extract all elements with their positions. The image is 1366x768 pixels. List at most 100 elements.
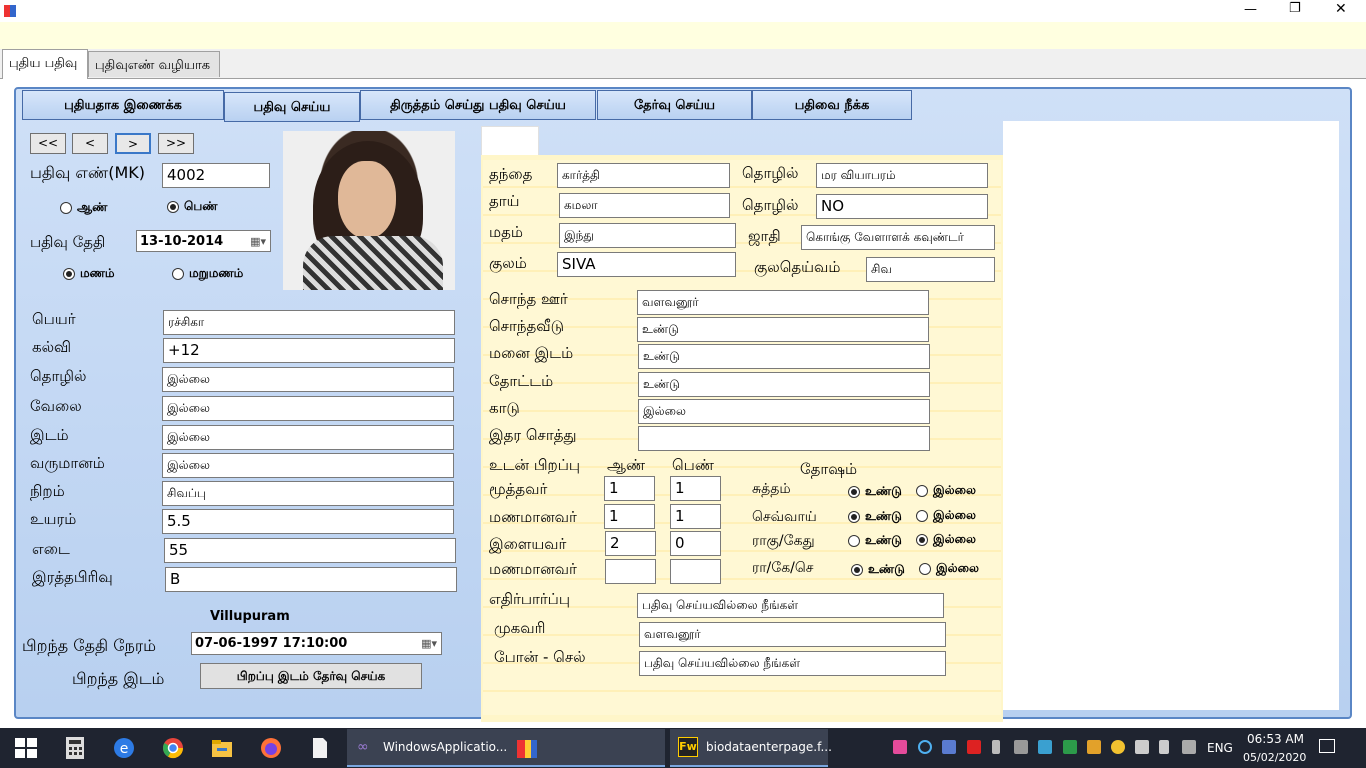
elder-married-male-input[interactable]: 1: [604, 504, 655, 529]
field-label: பெயர்: [32, 310, 76, 328]
blood-group-input[interactable]: B: [165, 567, 457, 592]
remarriage-radio[interactable]: மறுமணம்: [172, 266, 243, 282]
tray-bulb-icon[interactable]: [1111, 740, 1125, 754]
weight-input[interactable]: 55: [164, 538, 456, 563]
calendar-icon[interactable]: ▦▾: [250, 235, 266, 248]
tray-volume-icon[interactable]: [1159, 740, 1169, 754]
dosham-no-radio[interactable]: இல்லை: [916, 483, 976, 499]
name-input[interactable]: ரச்சிகா: [163, 310, 455, 335]
female-radio[interactable]: பெண்: [167, 199, 218, 215]
mother-input[interactable]: கமலா: [559, 193, 730, 218]
income-input[interactable]: இல்லை: [162, 453, 454, 478]
father-job-input[interactable]: மர வியாபரம்: [816, 163, 988, 188]
taskbar-app-fireworks[interactable]: Fw biodataenterpage.f...: [670, 729, 832, 767]
deity-input[interactable]: சிவ: [866, 257, 995, 282]
tray-shield-icon[interactable]: [1063, 740, 1077, 754]
windows-start-icon[interactable]: [14, 736, 38, 760]
dosham-yes-radio[interactable]: உண்டு: [851, 562, 905, 578]
taskbar-app-visual-studio[interactable]: ∞ WindowsApplicatio...: [347, 729, 512, 767]
minimize-button[interactable]: —: [1244, 2, 1257, 17]
edge-browser-icon[interactable]: e: [112, 736, 136, 760]
reg-date-picker[interactable]: 13-10-2014 ▦▾: [136, 230, 271, 252]
firefox-browser-icon[interactable]: [259, 736, 283, 760]
save-button[interactable]: பதிவு செய்ய: [224, 92, 360, 122]
tray-network-icon[interactable]: [1135, 740, 1149, 754]
reg-no-input[interactable]: 4002: [162, 163, 270, 188]
delete-button[interactable]: பதிவை நீக்க: [752, 90, 912, 120]
first-record-button[interactable]: <<: [30, 133, 66, 154]
calendar-icon[interactable]: ▦▾: [421, 637, 437, 650]
edit-save-button[interactable]: திருத்தம் செய்து பதிவு செய்ய: [360, 90, 596, 120]
tray-power-icon[interactable]: [1182, 740, 1196, 754]
dosham-no-radio[interactable]: இல்லை: [916, 508, 976, 524]
tray-app-icon[interactable]: [893, 740, 907, 754]
clan-input[interactable]: SIVA: [557, 252, 736, 277]
religion-input[interactable]: இந்து: [559, 223, 736, 248]
tab-strip: புதிய பதிவு புதிவுஎண் வழியாக: [0, 49, 1366, 79]
dosham-yes-radio[interactable]: உண்டு: [848, 484, 902, 500]
notification-icon[interactable]: [1319, 739, 1335, 753]
tray-network-monitor-icon[interactable]: [1038, 740, 1052, 754]
prev-record-button[interactable]: <: [72, 133, 108, 154]
job-input[interactable]: இல்லை: [162, 396, 454, 421]
occupation-input[interactable]: இல்லை: [162, 367, 454, 392]
plot-input[interactable]: உண்டு: [638, 344, 930, 369]
elder-female-input[interactable]: 1: [670, 476, 721, 501]
younger-female-input[interactable]: 0: [670, 531, 721, 556]
mother-job-input[interactable]: NO: [816, 194, 988, 219]
elder-male-input[interactable]: 1: [604, 476, 655, 501]
field-label: எடை: [32, 540, 70, 558]
expectation-input[interactable]: பதிவு செய்யவில்லை நீங்கள்: [637, 593, 944, 618]
next-record-button[interactable]: >: [115, 133, 151, 154]
clock-date[interactable]: 05/02/2020: [1243, 751, 1306, 764]
male-radio[interactable]: ஆண்: [60, 200, 107, 216]
taskbar-app-form[interactable]: [507, 729, 665, 767]
tab-by-reg-no[interactable]: புதிவுஎண் வழியாக: [88, 51, 220, 77]
elder-married-female-input[interactable]: 1: [670, 504, 721, 529]
phone-input[interactable]: பதிவு செய்யவில்லை நீங்கள்: [639, 651, 946, 676]
land-input[interactable]: இல்லை: [638, 399, 930, 424]
tray-adobe-icon[interactable]: [967, 740, 981, 754]
own-house-input[interactable]: உண்டு: [637, 317, 929, 342]
select-button[interactable]: தேர்வு செய்ய: [597, 90, 752, 120]
maximize-button[interactable]: ❐: [1289, 1, 1301, 16]
younger-married-male-input[interactable]: [605, 559, 656, 584]
garden-input[interactable]: உண்டு: [638, 372, 930, 397]
marriage-radio[interactable]: மணம்: [63, 266, 115, 282]
height-input[interactable]: 5.5: [162, 509, 454, 534]
address-input[interactable]: வளவனூர்: [639, 622, 946, 647]
chrome-browser-icon[interactable]: [161, 736, 185, 760]
younger-male-input[interactable]: 2: [605, 531, 656, 556]
dosham-yes-radio[interactable]: உண்டு: [848, 509, 902, 525]
clock-time[interactable]: 06:53 AM: [1247, 732, 1304, 746]
choose-birth-place-button[interactable]: பிறப்பு இடம் தேர்வு செய்க: [200, 663, 422, 689]
caste-input[interactable]: கொங்கு வேளாளக் கவுண்டர்: [801, 225, 995, 250]
close-button[interactable]: ✕: [1335, 1, 1347, 17]
complexion-input[interactable]: சிவப்பு: [162, 481, 454, 506]
other-property-input[interactable]: [638, 426, 930, 451]
education-input[interactable]: +12: [163, 338, 455, 363]
file-explorer-icon[interactable]: [210, 736, 234, 760]
tray-vs-icon[interactable]: [942, 740, 956, 754]
dosham-yes-radio[interactable]: உண்டு: [848, 533, 902, 549]
tray-usb-icon[interactable]: [992, 740, 1000, 754]
caste-label: ஜாதி: [748, 227, 781, 245]
last-record-button[interactable]: >>: [158, 133, 194, 154]
tray-sync-icon[interactable]: [918, 740, 932, 754]
birth-dt-picker[interactable]: 07-06-1997 17:10:00 ▦▾: [191, 632, 442, 655]
field-label: வேலை: [30, 397, 82, 415]
father-input[interactable]: கார்த்தி: [557, 163, 730, 188]
tray-gallery-icon[interactable]: [1087, 740, 1101, 754]
dosham-no-radio[interactable]: இல்லை: [919, 561, 979, 577]
add-new-button[interactable]: புதியதாக இணைக்க: [22, 90, 224, 120]
tab-new-record[interactable]: புதிய பதிவு: [2, 49, 88, 79]
document-icon[interactable]: [308, 736, 332, 760]
tray-tools-icon[interactable]: [1014, 740, 1028, 754]
calculator-icon[interactable]: [63, 736, 87, 760]
dosham-no-radio[interactable]: இல்லை: [916, 532, 976, 548]
native-place-input[interactable]: வளவனூர்: [637, 290, 929, 315]
photo-face: [338, 161, 396, 239]
language-indicator[interactable]: ENG: [1207, 741, 1233, 755]
place-input[interactable]: இல்லை: [162, 425, 454, 450]
younger-married-female-input[interactable]: [670, 559, 721, 584]
